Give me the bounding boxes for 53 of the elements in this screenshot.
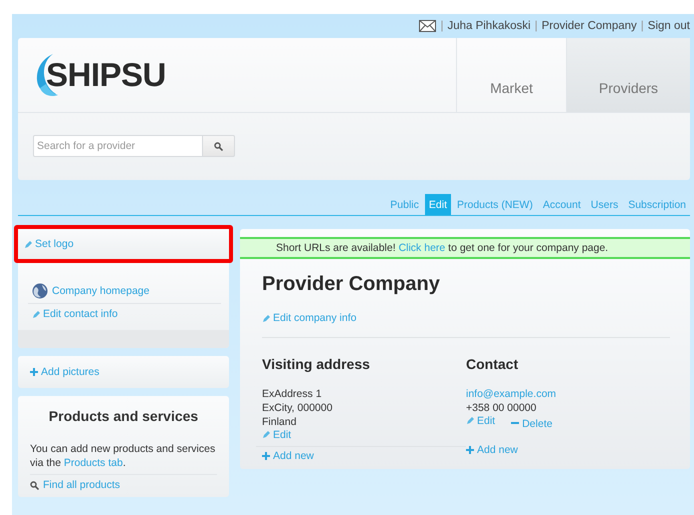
pencil-icon: [32, 310, 41, 318]
set-logo-link[interactable]: Set logo: [24, 238, 223, 250]
card-title: Products and services: [48, 408, 200, 424]
company-title: Provider Company: [262, 273, 441, 296]
logo-text: SHIPSU: [46, 56, 166, 94]
sub-tab[interactable]: Edit: [424, 194, 451, 215]
delete-link[interactable]: Delete: [511, 418, 552, 430]
separator: |: [440, 20, 444, 32]
pencil-icon: [466, 416, 475, 425]
find-products-link[interactable]: Find all products: [30, 479, 217, 491]
sub-tab[interactable]: Products (NEW): [453, 194, 537, 215]
plus-icon: [466, 446, 474, 454]
sub-tab[interactable]: Users: [586, 194, 622, 215]
mail-icon: [419, 20, 436, 32]
add-pictures-link[interactable]: Add pictures: [30, 366, 217, 378]
pencil-icon: [262, 314, 271, 322]
separator: |: [534, 20, 538, 32]
edit-link[interactable]: Edit: [466, 414, 496, 426]
add-new-link[interactable]: Add new: [466, 444, 518, 456]
minus-icon: [511, 422, 520, 425]
sub-tab[interactable]: Public: [386, 194, 423, 215]
section-title: Contact: [466, 356, 520, 372]
search-icon: [214, 142, 223, 150]
top-link[interactable]: Juha Pihkakoski: [447, 20, 531, 32]
top-link[interactable]: Sign out: [648, 20, 690, 32]
banner-text: Short URLs are available! Click here to get one for your company page.: [276, 242, 608, 254]
section-title: Visiting address: [262, 356, 371, 372]
search-icon: [30, 480, 39, 490]
plus-icon: [30, 368, 38, 376]
separator: |: [640, 20, 644, 32]
info-text: You can add new products and services via the Products tab.: [30, 442, 217, 475]
plus-icon: [262, 452, 270, 460]
sidebar-link[interactable]: Edit contact info: [32, 308, 217, 320]
sidebar-link[interactable]: Company homepage: [32, 283, 217, 299]
top-link[interactable]: Provider Company: [542, 20, 637, 32]
products-tab-link[interactable]: Products tab: [64, 457, 123, 469]
search-field[interactable]: Search for a provider: [33, 135, 203, 157]
search-button[interactable]: [203, 135, 235, 157]
address-line: ExCity, 000000: [262, 400, 334, 414]
pencil-icon: [262, 430, 271, 439]
nav-tab[interactable]: Providers: [566, 38, 690, 112]
click-here-link[interactable]: Click here: [398, 242, 446, 254]
sub-tab[interactable]: Account: [538, 194, 585, 215]
edit-company-link[interactable]: Edit company info: [262, 312, 356, 324]
email-link[interactable]: info@example.com: [466, 386, 556, 400]
globe-icon: [32, 283, 48, 299]
add-new-link[interactable]: Add new: [262, 450, 314, 462]
address-line: Finland: [262, 414, 298, 428]
address-line: ExAddress 1: [262, 386, 323, 400]
edit-link[interactable]: Edit: [262, 428, 292, 440]
phone-number: +358 00 00000: [466, 400, 538, 414]
sub-tab[interactable]: Subscription: [624, 194, 690, 215]
pencil-icon: [24, 240, 33, 248]
